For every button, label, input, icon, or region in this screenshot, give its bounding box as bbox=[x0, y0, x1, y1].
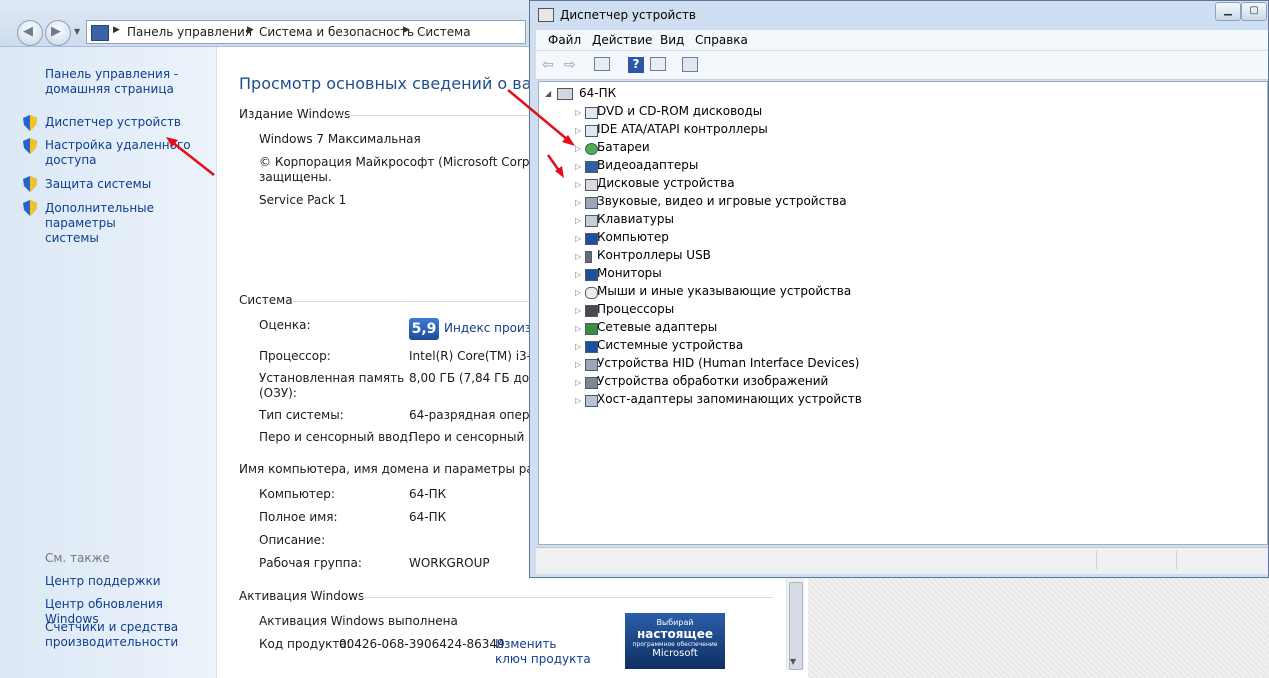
annotation-arrow-icon bbox=[166, 137, 215, 176]
annotation-arrow-icon bbox=[507, 89, 575, 146]
annotation-overlay bbox=[166, 89, 575, 178]
annotation-arrow-icon bbox=[546, 154, 564, 178]
